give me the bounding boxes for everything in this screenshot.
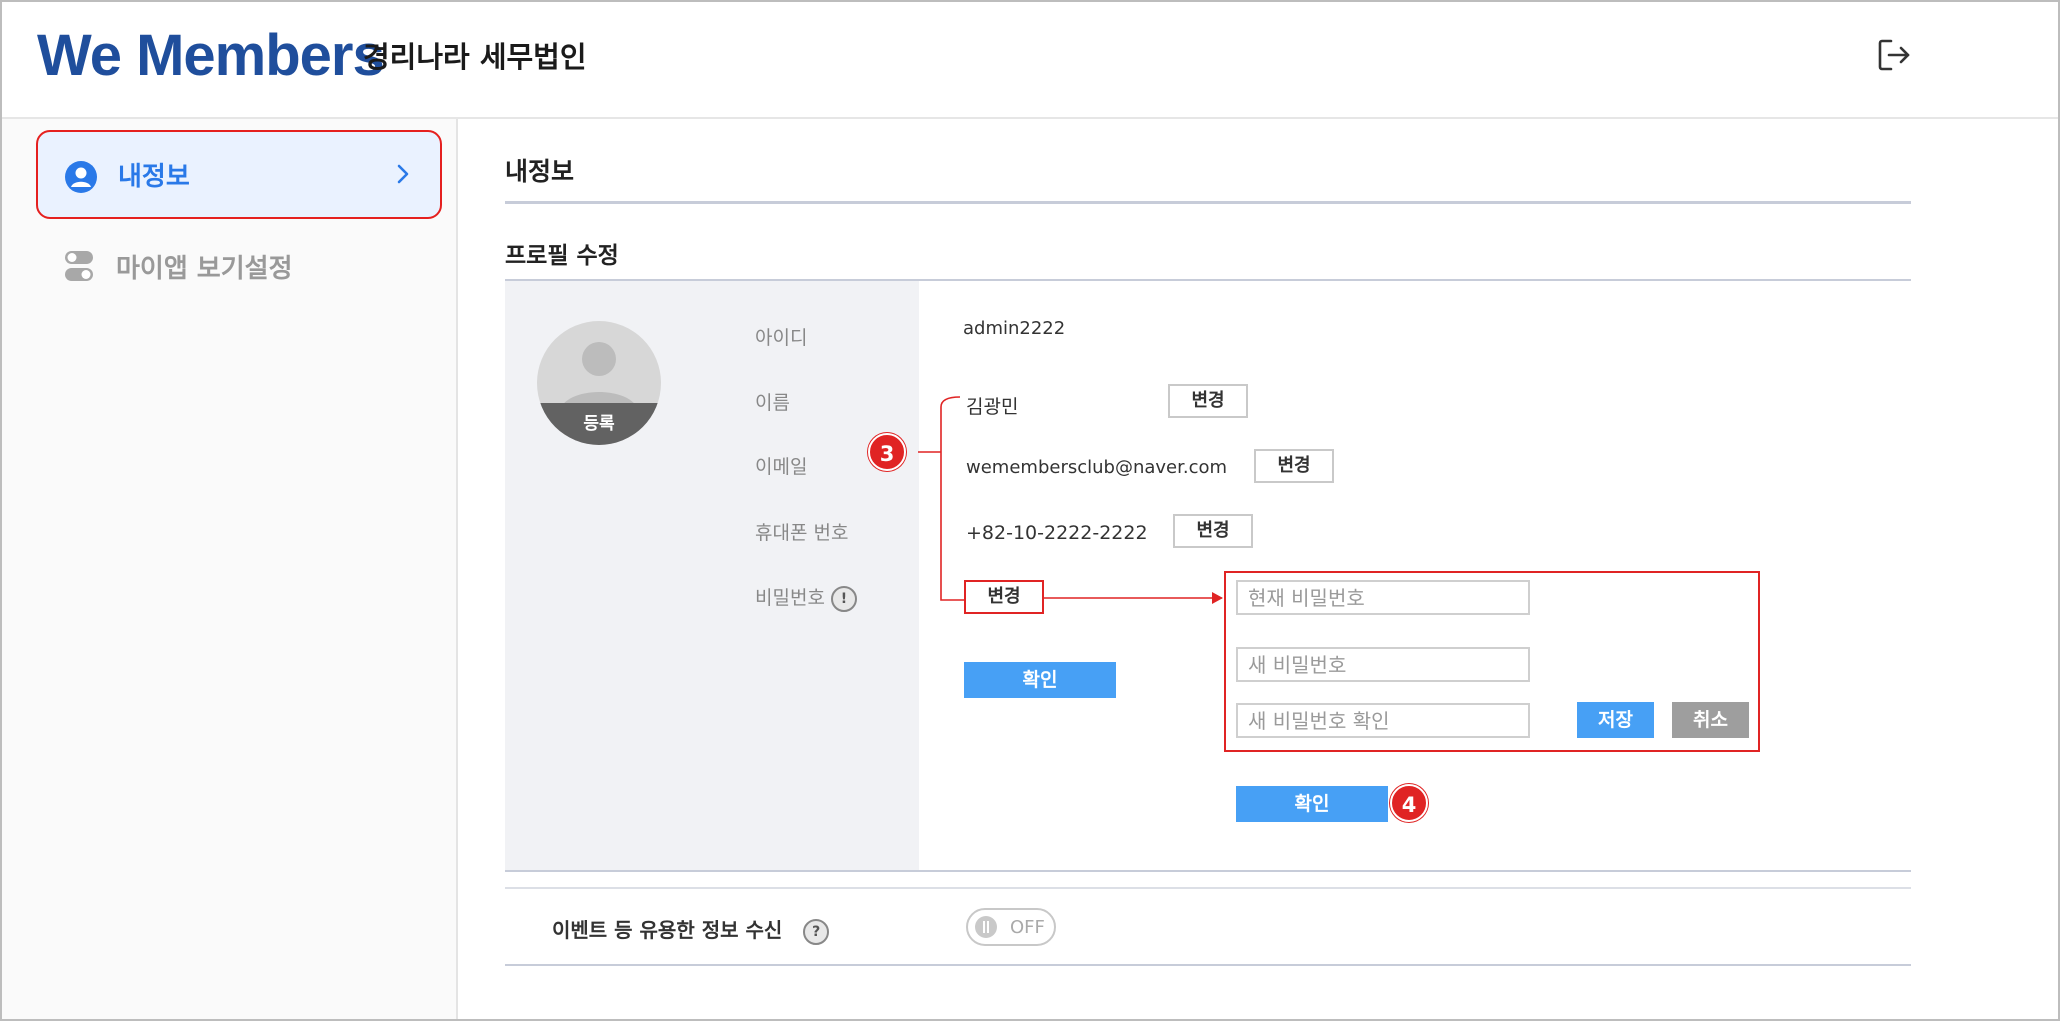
profile-bottom-divider <box>505 870 1911 872</box>
step-3-badge: 3 <box>868 433 906 471</box>
save-password-button[interactable]: 저장 <box>1577 702 1654 738</box>
info-icon[interactable]: ! <box>830 585 857 612</box>
sidebar-item-my-info[interactable]: 내정보 <box>36 130 442 219</box>
title-divider <box>505 201 1911 204</box>
chevron-right-icon <box>394 162 412 190</box>
marketing-bottom-divider <box>505 964 1911 966</box>
user-circle-icon <box>64 160 98 198</box>
marketing-consent-row: 이벤트 등 유용한 정보 수신 ? <box>552 914 830 945</box>
new-password-input[interactable] <box>1236 647 1530 682</box>
change-email-button[interactable]: 변경 <box>1254 449 1334 483</box>
password-label-row: 비밀번호 ! <box>755 583 857 612</box>
confirm-button-2[interactable]: 확인 <box>1236 786 1388 822</box>
annotation-connector <box>918 396 1223 604</box>
sidebar-item-label: 내정보 <box>118 162 190 192</box>
phone-label: 휴대폰 번호 <box>755 522 849 544</box>
page-title: 내정보 <box>505 157 575 186</box>
brand-logo: We Members <box>37 23 385 88</box>
id-label: 아이디 <box>755 327 808 349</box>
avatar-register-label: 등록 <box>583 414 615 434</box>
sidebar-item-label: 마이앱 보기설정 <box>116 254 293 284</box>
marketing-toggle[interactable]: OFF <box>966 908 1056 946</box>
help-icon[interactable]: ? <box>803 918 830 945</box>
company-name: 경리나라 세무법인 <box>363 40 587 74</box>
id-value: admin2222 <box>963 318 1066 339</box>
confirm-new-password-input[interactable] <box>1236 703 1530 738</box>
step-4-badge: 4 <box>1390 784 1428 822</box>
avatar[interactable]: 등록 <box>537 321 661 445</box>
toggle-settings-icon <box>64 250 94 286</box>
logout-icon[interactable] <box>1875 36 1913 74</box>
name-label: 이름 <box>755 392 790 414</box>
section-title: 프로필 수정 <box>505 243 619 269</box>
cancel-password-button[interactable]: 취소 <box>1672 702 1749 738</box>
marketing-top-divider <box>505 887 1911 889</box>
email-label: 이메일 <box>755 456 808 478</box>
current-password-input[interactable] <box>1236 580 1530 615</box>
toggle-knob <box>975 916 997 938</box>
confirm-button[interactable]: 확인 <box>964 662 1116 698</box>
toggle-state-label: OFF <box>1010 917 1045 938</box>
password-label: 비밀번호 <box>755 587 825 609</box>
sidebar-item-myapp-settings[interactable]: 마이앱 보기설정 <box>64 244 424 288</box>
marketing-consent-label: 이벤트 등 유용한 정보 수신 <box>552 918 783 942</box>
